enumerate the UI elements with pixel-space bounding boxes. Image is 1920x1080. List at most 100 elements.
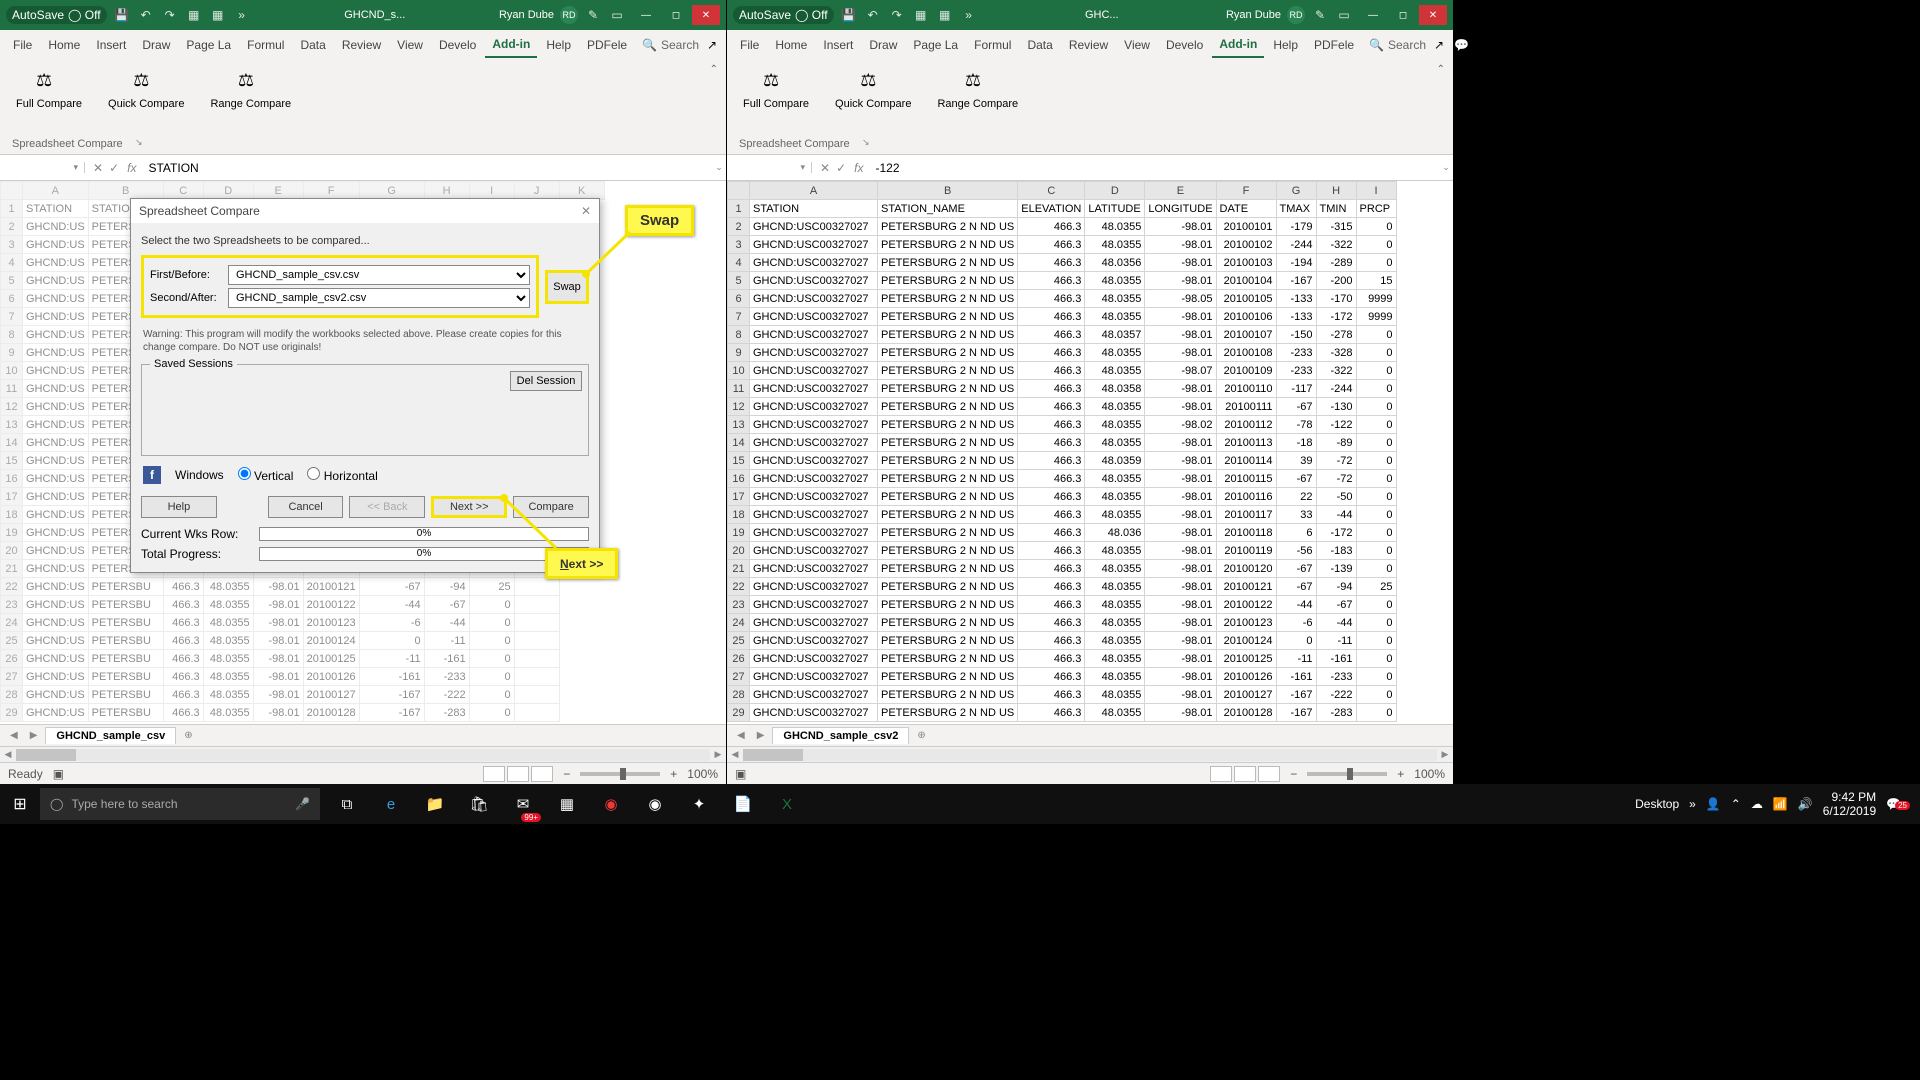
cell[interactable]: STATION — [750, 200, 878, 218]
qat-more-icon[interactable]: » — [960, 6, 978, 24]
reading-mode-icon[interactable]: ✎ — [584, 6, 602, 24]
table-row[interactable]: 13GHCND:USC00327027PETERSBURG 2 N ND US4… — [728, 416, 1397, 434]
cell[interactable]: 0 — [1356, 434, 1396, 452]
cell[interactable]: -150 — [1276, 326, 1316, 344]
row-header[interactable]: 23 — [728, 596, 750, 614]
cell[interactable]: -167 — [1276, 686, 1316, 704]
qat-icon2[interactable]: ▦ — [209, 6, 227, 24]
cell[interactable]: 0 — [1356, 470, 1396, 488]
cell[interactable]: 466.3 — [1018, 506, 1085, 524]
cell[interactable]: -172 — [1316, 524, 1356, 542]
table-row[interactable]: 20GHCND:USC00327027PETERSBURG 2 N ND US4… — [728, 542, 1397, 560]
cell[interactable]: TMIN — [1316, 200, 1356, 218]
cell[interactable]: -98.01 — [1145, 254, 1216, 272]
cell[interactable]: 48.0355 — [1085, 704, 1145, 722]
row-header[interactable]: 27 — [728, 668, 750, 686]
facebook-icon[interactable]: f — [143, 466, 161, 484]
tab-home[interactable]: Home — [768, 33, 814, 57]
fx-icon[interactable]: fx — [127, 161, 142, 175]
redo-icon[interactable]: ↷ — [888, 6, 906, 24]
sheet-tab[interactable]: GHCND_sample_csv2 — [772, 727, 909, 744]
cell[interactable]: GHCND:USC00327027 — [750, 506, 878, 524]
maximize-button[interactable]: ◻ — [662, 5, 690, 25]
cell[interactable]: PETERSBURG 2 N ND US — [878, 362, 1018, 380]
cell[interactable]: -44 — [1276, 596, 1316, 614]
tab-data[interactable]: Data — [293, 33, 332, 57]
search-box[interactable]: 🔍Search — [642, 38, 699, 52]
formula-input[interactable]: STATION — [142, 161, 712, 175]
macro-icon[interactable]: ▣ — [735, 767, 746, 781]
cell[interactable]: -244 — [1316, 380, 1356, 398]
tab-develo[interactable]: Develo — [1159, 33, 1210, 57]
row-header[interactable]: 4 — [728, 254, 750, 272]
cell[interactable]: PETERSBURG 2 N ND US — [878, 308, 1018, 326]
row-header[interactable]: 19 — [728, 524, 750, 542]
tray-overflow-icon[interactable]: » — [1689, 797, 1696, 811]
cell[interactable]: 39 — [1276, 452, 1316, 470]
cell[interactable]: 48.0355 — [1085, 560, 1145, 578]
cell[interactable]: -233 — [1316, 668, 1356, 686]
cell[interactable]: 48.0355 — [1085, 434, 1145, 452]
cell[interactable]: 48.0355 — [1085, 398, 1145, 416]
cell[interactable]: 48.0359 — [1085, 452, 1145, 470]
comments-icon[interactable]: 💬 — [1450, 38, 1473, 52]
tab-data[interactable]: Data — [1020, 33, 1059, 57]
cell[interactable]: -98.01 — [1145, 650, 1216, 668]
cell[interactable]: 466.3 — [1018, 632, 1085, 650]
cell[interactable]: PETERSBURG 2 N ND US — [878, 704, 1018, 722]
cell[interactable]: PRCP — [1356, 200, 1396, 218]
cell[interactable]: LATITUDE — [1085, 200, 1145, 218]
del-session-button[interactable]: Del Session — [510, 371, 582, 391]
cell[interactable]: 0 — [1356, 218, 1396, 236]
name-box[interactable] — [727, 162, 812, 173]
cell[interactable]: PETERSBURG 2 N ND US — [878, 686, 1018, 704]
tab-insert[interactable]: Insert — [816, 33, 860, 57]
table-row[interactable]: 22GHCND:USC00327027PETERSBURG 2 N ND US4… — [728, 578, 1397, 596]
cell[interactable]: PETERSBURG 2 N ND US — [878, 488, 1018, 506]
tab-pdfele[interactable]: PDFele — [580, 33, 634, 57]
cell[interactable]: -98.01 — [1145, 542, 1216, 560]
tray-up-icon[interactable]: ⌃ — [1731, 797, 1741, 811]
page-break-icon[interactable] — [1258, 766, 1280, 782]
cell[interactable]: -89 — [1316, 434, 1356, 452]
cell[interactable]: GHCND:USC00327027 — [750, 236, 878, 254]
cell[interactable]: 20100117 — [1216, 506, 1276, 524]
close-button[interactable]: ✕ — [1419, 5, 1447, 25]
cell[interactable]: -167 — [1276, 272, 1316, 290]
table-row[interactable]: 27GHCND:USC00327027PETERSBURG 2 N ND US4… — [728, 668, 1397, 686]
cell[interactable]: -98.01 — [1145, 578, 1216, 596]
cell[interactable]: -98.05 — [1145, 290, 1216, 308]
cell[interactable]: 20100105 — [1216, 290, 1276, 308]
page-break-icon[interactable] — [531, 766, 553, 782]
save-icon[interactable]: 💾 — [113, 6, 131, 24]
cell[interactable]: -117 — [1276, 380, 1316, 398]
zoom-out-icon[interactable]: − — [1290, 767, 1297, 781]
table-row[interactable]: 18GHCND:USC00327027PETERSBURG 2 N ND US4… — [728, 506, 1397, 524]
cell[interactable]: -98.01 — [1145, 308, 1216, 326]
cell[interactable]: GHCND:USC00327027 — [750, 344, 878, 362]
name-box[interactable] — [0, 162, 85, 173]
quick-compare-button[interactable]: ⚖Quick Compare — [102, 66, 190, 114]
explorer-icon[interactable]: 📁 — [414, 784, 456, 824]
row-header[interactable]: 21 — [728, 560, 750, 578]
cell[interactable]: -72 — [1316, 470, 1356, 488]
cell[interactable]: 0 — [1356, 416, 1396, 434]
cell[interactable]: 466.3 — [1018, 452, 1085, 470]
tab-formul[interactable]: Formul — [240, 33, 291, 57]
cell[interactable]: -328 — [1316, 344, 1356, 362]
store-icon[interactable]: 🛍 — [458, 784, 500, 824]
cell[interactable]: -18 — [1276, 434, 1316, 452]
cell[interactable]: 20100124 — [1216, 632, 1276, 650]
tab-develo[interactable]: Develo — [432, 33, 483, 57]
app-icon-2[interactable]: ✦ — [678, 784, 720, 824]
cell[interactable]: -98.01 — [1145, 488, 1216, 506]
row-header[interactable]: 24 — [728, 614, 750, 632]
cell[interactable]: 0 — [1356, 398, 1396, 416]
cell[interactable]: 0 — [1356, 650, 1396, 668]
cell[interactable]: 466.3 — [1018, 326, 1085, 344]
cell[interactable]: 48.0355 — [1085, 614, 1145, 632]
cell[interactable]: PETERSBURG 2 N ND US — [878, 434, 1018, 452]
zoom-level[interactable]: 100% — [687, 767, 718, 781]
normal-view-icon[interactable] — [483, 766, 505, 782]
cell[interactable]: PETERSBURG 2 N ND US — [878, 668, 1018, 686]
